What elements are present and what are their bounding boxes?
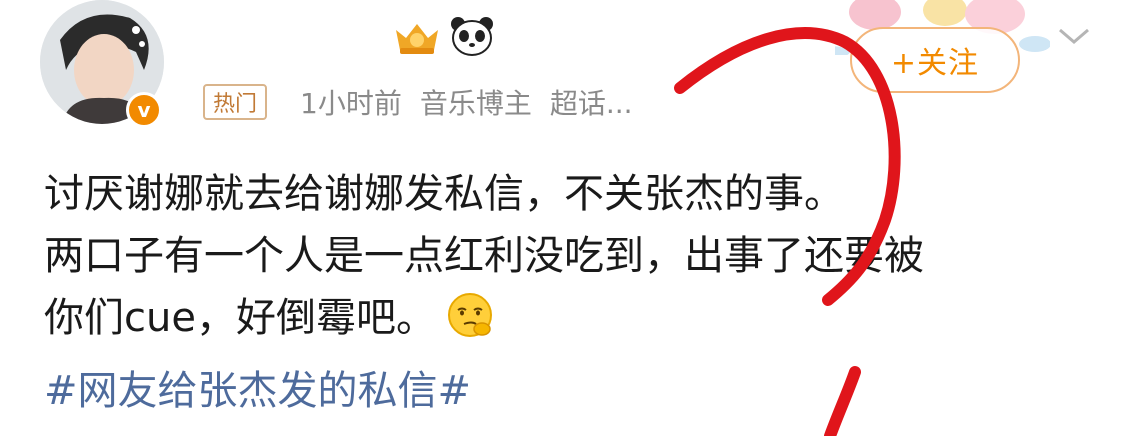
post-line-2: 两口子有一个人是一点红利没吃到，出事了还要被 (44, 233, 924, 279)
post-meta: 1小时前 音乐博主 超话... (300, 82, 651, 122)
post-body: 讨厌谢娜就去给谢娜发私信，不关张杰的事。 两口子有一个人是一点红利没吃到，出事了… (44, 163, 1114, 349)
chevron-down-icon[interactable] (1056, 26, 1092, 46)
panda-icon (451, 17, 493, 56)
follow-button[interactable]: +关注 (850, 27, 1020, 93)
post-line-1: 讨厌谢娜就去给谢娜发私信，不关张杰的事。 (44, 171, 844, 217)
verified-icon: v (126, 92, 162, 128)
post-time: 1小时前 (300, 87, 402, 120)
super-topic-link[interactable]: 超话... (550, 87, 633, 120)
crown-badge-icon (396, 24, 438, 54)
user-category: 音乐博主 (419, 87, 532, 120)
post-line-3-text: 你们cue，好倒霉吧。 (44, 295, 436, 341)
topic-hashtag-link[interactable]: #网友给张杰发的私信# (44, 358, 471, 416)
hot-tag: 热门 (203, 84, 268, 120)
post-line-3: 你们cue，好倒霉吧。 (44, 287, 1114, 349)
thinking-face-emoji (447, 293, 492, 337)
